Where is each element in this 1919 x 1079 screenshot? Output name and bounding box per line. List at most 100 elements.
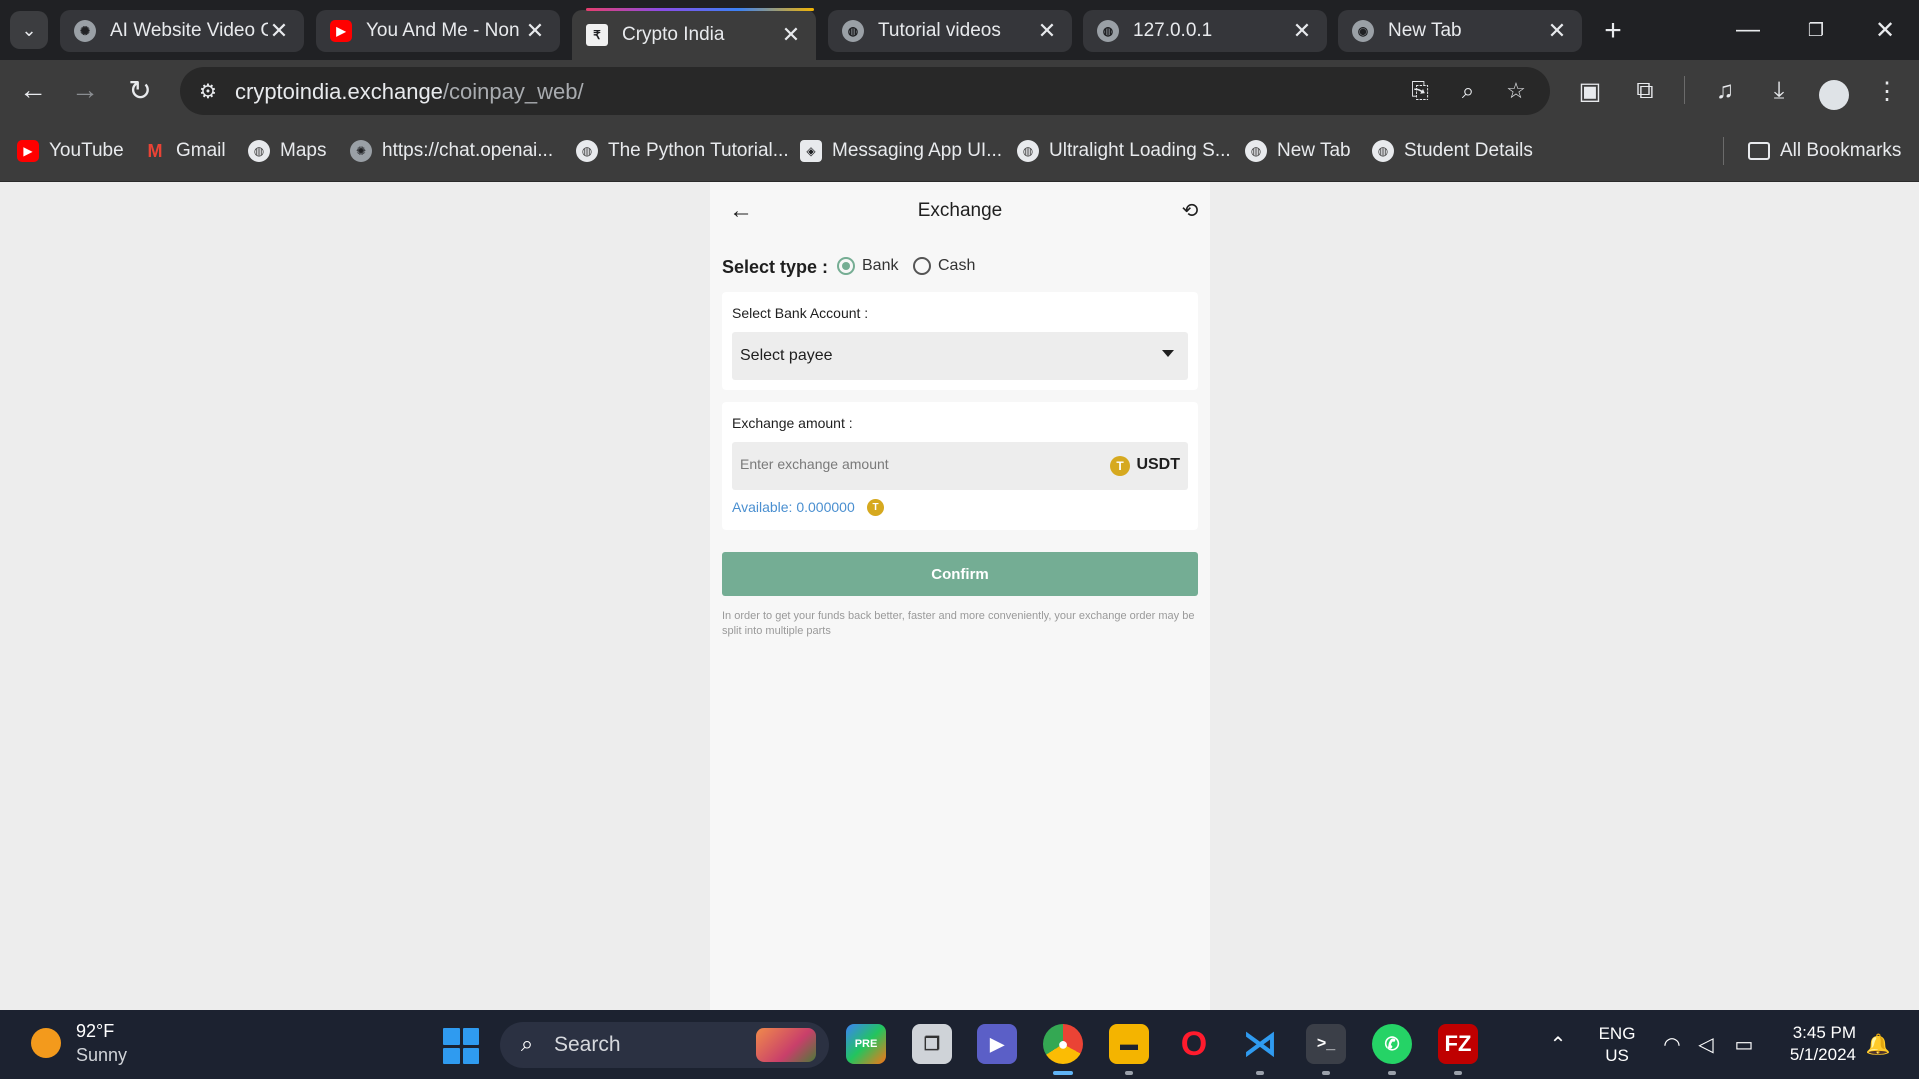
exchange-amount-field[interactable]: T USDT	[732, 442, 1188, 490]
close-tab-icon[interactable]: ✕	[1036, 18, 1058, 44]
vscode-icon[interactable]: ⋊	[1240, 1024, 1280, 1064]
whatsapp-icon[interactable]: ✆	[1372, 1024, 1412, 1064]
taskbar-clock[interactable]: 3:45 PM 5/1/2024	[1780, 1022, 1856, 1066]
whatsapp-indicator	[1388, 1071, 1396, 1075]
globe-icon: ◍	[842, 20, 864, 42]
opera-icon[interactable]: O	[1174, 1024, 1214, 1064]
copilot-icon[interactable]: PRE	[846, 1024, 886, 1064]
close-tab-icon[interactable]: ✕	[524, 18, 546, 44]
back-button[interactable]: ←	[11, 68, 55, 112]
notifications-bell-icon[interactable]: 🔔	[1864, 1030, 1892, 1058]
tab-ai-website-video[interactable]: ✺ AI Website Video C ✕	[60, 10, 304, 52]
tab-title: 127.0.0.1	[1133, 20, 1213, 41]
bookmark-youtube[interactable]: ▶ YouTube	[17, 136, 124, 166]
history-icon[interactable]: ⟲	[1176, 196, 1204, 224]
volume-icon[interactable]: ◁	[1692, 1030, 1720, 1058]
address-bar[interactable]: ⚙ cryptoindia.exchange/coinpay_web/ ⎘ ⌕ …	[180, 67, 1550, 115]
bookmark-new-tab[interactable]: ◍ New Tab	[1245, 136, 1351, 166]
restore-button[interactable]: ❐	[1786, 10, 1846, 50]
extension-translate-icon[interactable]: ▣	[1573, 74, 1607, 108]
profile-avatar[interactable]	[1819, 80, 1849, 110]
tab-new-tab[interactable]: ◉ New Tab ✕	[1338, 10, 1582, 52]
globe-icon: ◍	[1245, 140, 1267, 162]
exchange-amount-input[interactable]	[740, 456, 1080, 472]
url-text[interactable]: cryptoindia.exchange/coinpay_web/	[235, 79, 584, 105]
minimize-button[interactable]: —	[1718, 10, 1778, 50]
extensions-puzzle-icon[interactable]: ⧉	[1628, 74, 1662, 108]
page-title: Exchange	[917, 200, 1003, 221]
bookmark-messaging-app[interactable]: ◈ Messaging App UI...	[800, 136, 1002, 166]
bookmark-student-details[interactable]: ◍ Student Details	[1372, 136, 1533, 166]
battery-icon[interactable]: ▭	[1730, 1030, 1758, 1058]
radio-cash-label[interactable]: Cash	[938, 257, 975, 275]
url-path: /coinpay_web/	[442, 79, 584, 104]
tab-title: AI Website Video C	[110, 20, 268, 41]
codepen-icon: ◈	[800, 140, 822, 162]
bookmark-label: https://chat.openai...	[382, 140, 554, 161]
teams-icon[interactable]: ▶	[977, 1024, 1017, 1064]
forward-button[interactable]: →	[63, 68, 107, 112]
install-app-icon[interactable]: ⎘	[1404, 75, 1436, 107]
tab-you-and-me[interactable]: ▶ You And Me - Non ✕	[316, 10, 560, 52]
bank-account-card: Select Bank Account : Select payee	[722, 292, 1198, 390]
bookmark-label: Student Details	[1404, 140, 1533, 161]
file-explorer-icon[interactable]: ▬	[1109, 1024, 1149, 1064]
radio-cash[interactable]	[913, 257, 931, 275]
downloads-icon[interactable]: ⤓	[1762, 74, 1796, 108]
media-controls-icon[interactable]: ♫	[1708, 74, 1742, 108]
payee-select[interactable]: Select payee	[732, 332, 1188, 380]
bookmarks-divider	[1723, 137, 1724, 165]
wifi-icon[interactable]: ◠	[1658, 1030, 1686, 1058]
bookmark-gmail[interactable]: M Gmail	[144, 136, 226, 166]
weather-temperature[interactable]: 92°F	[76, 1021, 114, 1042]
tab-crypto-india[interactable]: ₹ Crypto India ✕	[572, 10, 816, 60]
folder-icon	[1748, 142, 1770, 160]
language-indicator[interactable]: ENG US	[1597, 1023, 1637, 1067]
gmail-icon: M	[147, 140, 163, 161]
bookmark-maps[interactable]: ◍ Maps	[248, 136, 326, 166]
reload-button[interactable]: ↻	[118, 68, 162, 112]
available-text: Available: 0.000000	[732, 499, 855, 515]
site-info-icon[interactable]: ⚙	[192, 75, 224, 107]
caret-down-icon	[1162, 350, 1174, 357]
openai-icon: ✺	[350, 140, 372, 162]
all-bookmarks-label: All Bookmarks	[1780, 140, 1902, 161]
zoom-icon[interactable]: ⌕	[1452, 75, 1484, 107]
confirm-button[interactable]: Confirm	[722, 552, 1198, 596]
close-tab-icon[interactable]: ✕	[780, 22, 802, 48]
sun-icon[interactable]	[31, 1028, 61, 1058]
bookmark-python-tutorial[interactable]: ◍ The Python Tutorial...	[576, 136, 789, 166]
task-view-icon[interactable]: ❐	[912, 1024, 952, 1064]
bookmark-label: YouTube	[49, 140, 124, 161]
filezilla-icon[interactable]: FZ	[1438, 1024, 1478, 1064]
show-hidden-icons-chevron-icon[interactable]: ⌃	[1544, 1030, 1572, 1058]
taskbar-search[interactable]: ⌕ Search	[500, 1022, 829, 1068]
close-tab-icon[interactable]: ✕	[1291, 18, 1313, 44]
close-window-button[interactable]: ✕	[1855, 10, 1915, 50]
bookmark-label: Maps	[280, 140, 327, 161]
start-button[interactable]	[443, 1028, 479, 1064]
tab-search-button[interactable]: ⌄	[10, 11, 48, 49]
menu-kebab-icon[interactable]: ⋮	[1870, 74, 1904, 108]
tab-tutorial-videos[interactable]: ◍ Tutorial videos ✕	[828, 10, 1072, 52]
taskbar-search-label: Search	[554, 1033, 621, 1056]
tab-localhost[interactable]: ◍ 127.0.0.1 ✕	[1083, 10, 1327, 52]
new-tab-button[interactable]: +	[1595, 13, 1631, 49]
bookmark-star-icon[interactable]: ☆	[1500, 75, 1532, 107]
weather-condition[interactable]: Sunny	[76, 1045, 127, 1066]
chrome-icon: ◉	[1352, 20, 1374, 42]
close-tab-icon[interactable]: ✕	[268, 18, 290, 44]
close-tab-icon[interactable]: ✕	[1546, 18, 1568, 44]
chrome-icon[interactable]: ●	[1043, 1024, 1083, 1064]
all-bookmarks-button[interactable]: All Bookmarks	[1748, 136, 1901, 166]
radio-bank[interactable]	[837, 257, 855, 275]
globe-icon: ◍	[1097, 20, 1119, 42]
tab-title: New Tab	[1388, 20, 1462, 41]
bookmark-chatgpt[interactable]: ✺ https://chat.openai...	[350, 136, 553, 166]
toolbar-divider	[1684, 76, 1685, 104]
bookmark-ultralight-loading[interactable]: ◍ Ultralight Loading S...	[1017, 136, 1231, 166]
globe-icon: ◍	[248, 140, 270, 162]
terminal-icon[interactable]: >_	[1306, 1024, 1346, 1064]
radio-bank-label[interactable]: Bank	[862, 257, 898, 275]
bookmarks-bar: ▶ YouTube M Gmail ◍ Maps ✺ https://chat.…	[0, 120, 1919, 182]
